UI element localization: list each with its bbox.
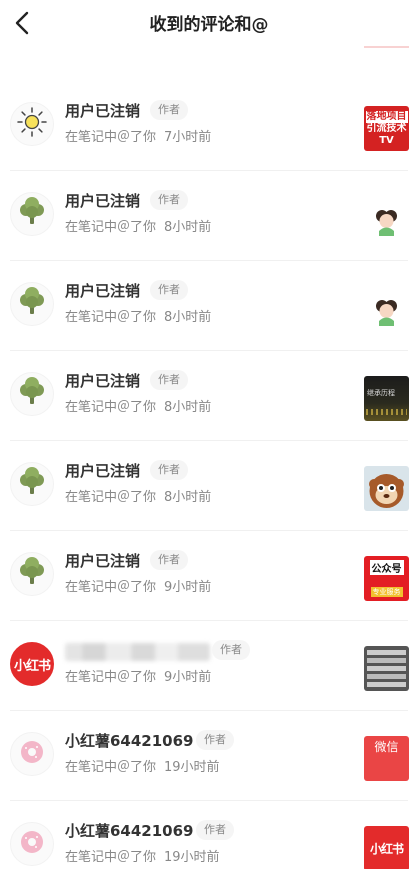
thumb-text: 专业服务 bbox=[370, 587, 403, 597]
notification-item[interactable]: 小红书 作者 在笔记中＠了你 9小时前 bbox=[0, 621, 418, 711]
tree-icon bbox=[11, 553, 53, 595]
tree-icon bbox=[11, 463, 53, 505]
thumb-text: 公众号 bbox=[369, 560, 404, 575]
thumb-text: 落地项目 bbox=[365, 110, 408, 123]
mention-time: 19小时前 bbox=[164, 850, 220, 865]
page-title: 收到的评论和@ bbox=[149, 15, 269, 35]
author-tag: 作者 bbox=[150, 190, 188, 210]
user-name[interactable]: 小红薯64421069 bbox=[65, 730, 194, 751]
sun-icon bbox=[11, 103, 53, 145]
avatar[interactable] bbox=[10, 282, 54, 326]
user-name[interactable]: 用户已注销 bbox=[65, 100, 140, 121]
mention-info: 在笔记中＠了你 7小时前 bbox=[65, 126, 211, 145]
mention-info: 在笔记中＠了你 9小时前 bbox=[65, 666, 211, 685]
mention-info: 在笔记中＠了你 19小时前 bbox=[65, 756, 220, 775]
author-tag: 作者 bbox=[150, 550, 188, 570]
avatar-logo-text: 小红书 bbox=[13, 658, 51, 674]
mention-time: 7小时前 bbox=[164, 130, 212, 145]
note-thumbnail[interactable] bbox=[364, 466, 409, 511]
mention-time: 9小时前 bbox=[164, 670, 212, 685]
avatar[interactable] bbox=[10, 192, 54, 236]
thumb-text: 小红书 bbox=[369, 842, 404, 856]
avatar[interactable] bbox=[10, 732, 54, 776]
tree-icon bbox=[11, 193, 53, 235]
avatar[interactable] bbox=[10, 462, 54, 506]
user-name[interactable]: 用户已注销 bbox=[65, 370, 140, 391]
note-thumbnail[interactable]: 小红书 bbox=[364, 826, 409, 869]
mention-action: 在笔记中＠了你 bbox=[65, 130, 157, 145]
note-thumbnail[interactable]: 微信 bbox=[364, 736, 409, 781]
thumb-text: 引流技术 bbox=[366, 122, 407, 134]
author-tag: 作者 bbox=[150, 280, 188, 300]
mention-action: 在笔记中＠了你 bbox=[65, 580, 157, 595]
author-tag: 作者 bbox=[196, 730, 234, 750]
donut-icon bbox=[11, 823, 53, 865]
thumb-text: 微信 bbox=[374, 740, 399, 754]
mention-info: 在笔记中＠了你 8小时前 bbox=[65, 396, 211, 415]
user-name[interactable]: 用户已注销 bbox=[65, 550, 140, 571]
note-thumbnail[interactable]: 继承历程 bbox=[364, 376, 409, 421]
xiaohongshu-logo[interactable]: 小红书 bbox=[10, 642, 54, 686]
mention-action: 在笔记中＠了你 bbox=[65, 670, 157, 685]
avatar[interactable] bbox=[10, 102, 54, 146]
user-name-blurred[interactable] bbox=[65, 643, 210, 661]
note-thumbnail[interactable] bbox=[364, 646, 409, 691]
mention-info: 在笔记中＠了你 9小时前 bbox=[65, 576, 211, 595]
avatar[interactable] bbox=[10, 552, 54, 596]
donut-icon bbox=[11, 733, 53, 775]
author-tag: 作者 bbox=[150, 370, 188, 390]
mention-action: 在笔记中＠了你 bbox=[65, 760, 157, 775]
mention-time: 8小时前 bbox=[164, 400, 212, 415]
notification-item[interactable]: 用户已注销 作者 在笔记中＠了你 8小时前 bbox=[0, 261, 418, 351]
mention-action: 在笔记中＠了你 bbox=[65, 310, 157, 325]
thumb-text: 继承历程 bbox=[367, 389, 395, 397]
notification-item[interactable]: 用户已注销 作者 在笔记中＠了你 8小时前 继承历程 bbox=[0, 351, 418, 441]
user-name[interactable]: 用户已注销 bbox=[65, 280, 140, 301]
notification-item[interactable]: 小红薯64421069 作者 在笔记中＠了你 19小时前 小红书 bbox=[0, 801, 418, 869]
avatar[interactable] bbox=[10, 372, 54, 416]
notification-item[interactable]: 用户已注销 作者 在笔记中＠了你 8小时前 bbox=[0, 441, 418, 531]
note-thumbnail[interactable] bbox=[364, 286, 409, 331]
notification-item[interactable]: 用户已注销 作者 在笔记中＠了你 9小时前 公众号 专业服务 bbox=[0, 531, 418, 621]
note-thumbnail[interactable] bbox=[364, 196, 409, 241]
header-bar: 收到的评论和@ bbox=[0, 0, 418, 46]
author-tag: 作者 bbox=[150, 460, 188, 480]
thumb-text: TV bbox=[379, 134, 394, 146]
mention-action: 在笔记中＠了你 bbox=[65, 850, 157, 865]
mention-action: 在笔记中＠了你 bbox=[65, 220, 157, 235]
mention-info: 在笔记中＠了你 8小时前 bbox=[65, 306, 211, 325]
avatar[interactable] bbox=[10, 822, 54, 866]
mention-action: 在笔记中＠了你 bbox=[65, 490, 157, 505]
notification-item[interactable]: 用户已注销 作者 在笔记中＠了你 7小时前 落地项目 引流技术 TV bbox=[0, 81, 418, 171]
mention-info: 在笔记中＠了你 19小时前 bbox=[65, 846, 220, 865]
user-name[interactable]: 小红薯64421069 bbox=[65, 820, 194, 841]
notification-item[interactable]: 用户已注销 作者 在笔记中＠了你 8小时前 bbox=[0, 171, 418, 261]
tree-icon bbox=[11, 373, 53, 415]
user-name[interactable]: 用户已注销 bbox=[65, 460, 140, 481]
note-thumbnail[interactable]: 落地项目 引流技术 TV bbox=[364, 106, 409, 151]
mention-info: 在笔记中＠了你 8小时前 bbox=[65, 486, 211, 505]
mention-time: 8小时前 bbox=[164, 490, 212, 505]
note-thumbnail[interactable]: 公众号 专业服务 bbox=[364, 556, 409, 601]
author-tag: 作者 bbox=[150, 100, 188, 120]
author-tag: 作者 bbox=[212, 640, 250, 660]
mention-time: 19小时前 bbox=[164, 760, 220, 775]
mention-action: 在笔记中＠了你 bbox=[65, 400, 157, 415]
author-tag: 作者 bbox=[196, 820, 234, 840]
mention-time: 8小时前 bbox=[164, 220, 212, 235]
mention-time: 9小时前 bbox=[164, 580, 212, 595]
user-name[interactable]: 用户已注销 bbox=[65, 190, 140, 211]
tree-icon bbox=[11, 283, 53, 325]
mention-info: 在笔记中＠了你 8小时前 bbox=[65, 216, 211, 235]
mention-time: 8小时前 bbox=[164, 310, 212, 325]
notification-item[interactable]: 小红薯64421069 作者 在笔记中＠了你 19小时前 微信 bbox=[0, 711, 418, 801]
